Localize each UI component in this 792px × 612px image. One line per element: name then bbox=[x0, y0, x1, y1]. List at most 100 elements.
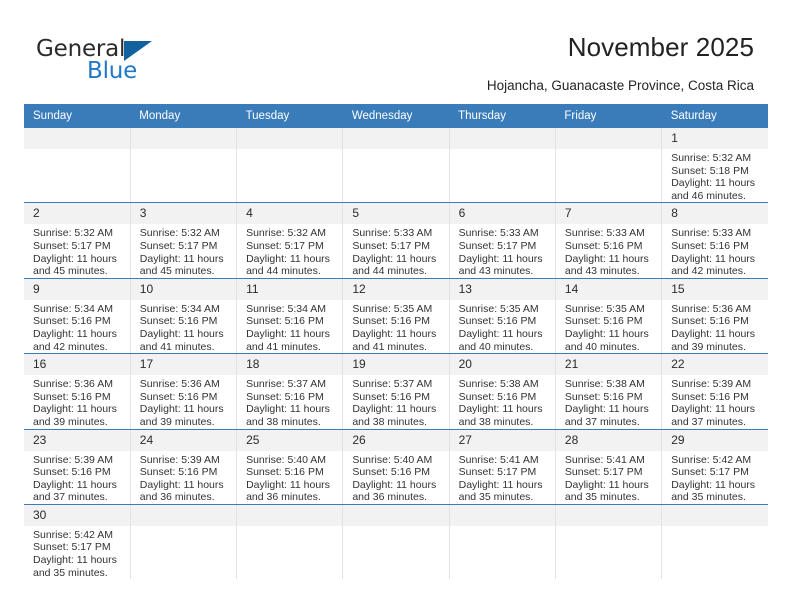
calendar-week-row: 16 Sunrise: 5:36 AM Sunset: 5:16 PM Dayligh… bbox=[24, 353, 768, 430]
calendar-empty-cell bbox=[342, 504, 450, 580]
weekday-header-thursday: Thursday bbox=[449, 104, 556, 128]
day-number bbox=[343, 504, 449, 526]
day-sunset-text: Sunset: 5:16 PM bbox=[352, 390, 430, 403]
day-daylight-1-text: Daylight: 11 hours bbox=[458, 478, 543, 491]
calendar-day-cell[interactable]: 8 Sunrise: 5:33 AM Sunset: 5:16 PM Daylight… bbox=[661, 202, 768, 279]
calendar-day-cell[interactable]: 21 Sunrise: 5:38 AM Sunset: 5:16 PM Dayligh… bbox=[555, 353, 663, 430]
calendar-day-cell[interactable]: 29 Sunrise: 5:42 AM Sunset: 5:17 PM Dayligh… bbox=[661, 429, 768, 505]
day-daylight-2-text: and 43 minutes. bbox=[564, 265, 640, 278]
day-sunset-text: Sunset: 5:18 PM bbox=[671, 164, 749, 177]
day-daylight-2-text: and 41 minutes. bbox=[139, 340, 215, 353]
calendar-day-cell[interactable]: 5 Sunrise: 5:33 AM Sunset: 5:17 PM Daylight… bbox=[342, 202, 450, 279]
day-sunrise-text: Sunrise: 5:42 AM bbox=[33, 528, 113, 541]
day-number bbox=[130, 504, 236, 526]
day-sunrise-text: Sunrise: 5:39 AM bbox=[671, 378, 752, 391]
calendar-week-row: 1 Sunrise: 5:32 AM Sunset: 5:18 PM Daylight… bbox=[24, 128, 768, 204]
day-details: Sunrise: 5:32 AM Sunset: 5:17 PM Daylight:… bbox=[237, 224, 342, 277]
day-daylight-1-text: Daylight: 11 hours bbox=[246, 403, 330, 416]
day-number bbox=[130, 128, 236, 149]
day-daylight-2-text: and 43 minutes. bbox=[458, 265, 534, 278]
day-daylight-1-text: Daylight: 11 hours bbox=[564, 327, 649, 340]
calendar-day-cell[interactable]: 18 Sunrise: 5:37 AM Sunset: 5:16 PM Dayligh… bbox=[236, 353, 344, 430]
day-sunset-text: Sunset: 5:17 PM bbox=[352, 239, 430, 252]
calendar-day-cell[interactable]: 19 Sunrise: 5:37 AM Sunset: 5:16 PM Dayligh… bbox=[342, 353, 450, 430]
day-sunset-text: Sunset: 5:17 PM bbox=[671, 466, 749, 479]
calendar-day-cell[interactable]: 28 Sunrise: 5:41 AM Sunset: 5:17 PM Dayligh… bbox=[555, 429, 663, 505]
day-number: 18 bbox=[237, 354, 342, 376]
day-number: 11 bbox=[237, 278, 342, 300]
day-sunrise-text: Sunrise: 5:36 AM bbox=[139, 378, 220, 391]
calendar-day-cell[interactable]: 4 Sunrise: 5:32 AM Sunset: 5:17 PM Daylight… bbox=[236, 202, 344, 279]
calendar-day-cell[interactable]: 10 Sunrise: 5:34 AM Sunset: 5:16 PM Dayligh… bbox=[130, 278, 238, 355]
day-details: Sunrise: 5:40 AM Sunset: 5:16 PM Daylight:… bbox=[237, 451, 342, 504]
calendar-empty-cell bbox=[449, 504, 556, 580]
day-daylight-1-text: Daylight: 11 hours bbox=[671, 327, 756, 340]
calendar-day-cell[interactable]: 2 Sunrise: 5:32 AM Sunset: 5:17 PM Daylight… bbox=[24, 202, 131, 279]
calendar-day-cell[interactable]: 22 Sunrise: 5:39 AM Sunset: 5:16 PM Dayligh… bbox=[661, 353, 768, 430]
weekday-header-wednesday: Wednesday bbox=[342, 104, 450, 128]
day-details: Sunrise: 5:33 AM Sunset: 5:16 PM Daylight:… bbox=[662, 224, 768, 277]
day-daylight-2-text: and 35 minutes. bbox=[33, 566, 108, 579]
day-daylight-1-text: Daylight: 11 hours bbox=[33, 478, 117, 491]
calendar-empty-cell bbox=[555, 128, 663, 204]
calendar-day-cell[interactable]: 24 Sunrise: 5:39 AM Sunset: 5:16 PM Dayligh… bbox=[130, 429, 238, 505]
day-sunrise-text: Sunrise: 5:32 AM bbox=[139, 227, 220, 240]
calendar-day-cell[interactable]: 13 Sunrise: 5:35 AM Sunset: 5:16 PM Dayligh… bbox=[449, 278, 556, 355]
calendar-day-cell[interactable]: 25 Sunrise: 5:40 AM Sunset: 5:16 PM Dayligh… bbox=[236, 429, 344, 505]
day-daylight-2-text: and 38 minutes. bbox=[246, 415, 321, 428]
day-sunset-text: Sunset: 5:17 PM bbox=[458, 466, 537, 479]
day-daylight-2-text: and 45 minutes. bbox=[33, 265, 108, 278]
day-sunrise-text: Sunrise: 5:41 AM bbox=[458, 453, 539, 466]
day-sunset-text: Sunset: 5:16 PM bbox=[33, 466, 111, 479]
day-details: Sunrise: 5:36 AM Sunset: 5:16 PM Daylight:… bbox=[662, 300, 768, 353]
day-daylight-2-text: and 44 minutes. bbox=[352, 265, 428, 278]
calendar-empty-cell bbox=[236, 128, 344, 204]
day-sunrise-text: Sunrise: 5:36 AM bbox=[33, 378, 113, 391]
day-daylight-1-text: Daylight: 11 hours bbox=[33, 327, 117, 340]
weekday-header-saturday: Saturday bbox=[661, 104, 768, 128]
calendar-day-cell[interactable]: 1 Sunrise: 5:32 AM Sunset: 5:18 PM Daylight… bbox=[661, 128, 768, 204]
calendar-empty-cell bbox=[130, 128, 238, 204]
calendar-day-cell[interactable]: 20 Sunrise: 5:38 AM Sunset: 5:16 PM Dayligh… bbox=[449, 353, 556, 430]
calendar-day-cell[interactable]: 14 Sunrise: 5:35 AM Sunset: 5:16 PM Dayligh… bbox=[555, 278, 663, 355]
calendar-day-cell[interactable]: 12 Sunrise: 5:35 AM Sunset: 5:16 PM Dayligh… bbox=[342, 278, 450, 355]
day-number: 9 bbox=[24, 278, 130, 300]
calendar-week-row: 9 Sunrise: 5:34 AM Sunset: 5:16 PM Daylight… bbox=[24, 278, 768, 355]
day-daylight-2-text: and 45 minutes. bbox=[139, 265, 215, 278]
day-sunrise-text: Sunrise: 5:33 AM bbox=[564, 227, 645, 240]
day-daylight-2-text: and 39 minutes. bbox=[139, 415, 215, 428]
day-sunset-text: Sunset: 5:17 PM bbox=[139, 239, 218, 252]
day-details: Sunrise: 5:41 AM Sunset: 5:17 PM Daylight:… bbox=[556, 451, 661, 504]
calendar-day-cell[interactable]: 23 Sunrise: 5:39 AM Sunset: 5:16 PM Dayligh… bbox=[24, 429, 131, 505]
calendar-day-cell[interactable]: 30 Sunrise: 5:42 AM Sunset: 5:17 PM Dayligh… bbox=[24, 504, 131, 580]
calendar-day-cell[interactable]: 15 Sunrise: 5:36 AM Sunset: 5:16 PM Dayligh… bbox=[661, 278, 768, 355]
day-details: Sunrise: 5:38 AM Sunset: 5:16 PM Daylight:… bbox=[556, 375, 661, 428]
day-daylight-1-text: Daylight: 11 hours bbox=[564, 403, 649, 416]
calendar-empty-cell bbox=[342, 128, 450, 204]
calendar-day-cell[interactable]: 26 Sunrise: 5:40 AM Sunset: 5:16 PM Dayligh… bbox=[342, 429, 450, 505]
day-daylight-1-text: Daylight: 11 hours bbox=[671, 177, 756, 190]
day-details: Sunrise: 5:34 AM Sunset: 5:16 PM Daylight:… bbox=[237, 300, 342, 353]
day-details: Sunrise: 5:39 AM Sunset: 5:16 PM Daylight:… bbox=[24, 451, 129, 504]
day-daylight-2-text: and 39 minutes. bbox=[671, 340, 746, 353]
day-daylight-2-text: and 37 minutes. bbox=[671, 415, 746, 428]
day-daylight-2-text: and 39 minutes. bbox=[33, 415, 108, 428]
day-daylight-2-text: and 37 minutes. bbox=[564, 415, 640, 428]
day-daylight-1-text: Daylight: 11 hours bbox=[33, 554, 117, 567]
day-details: Sunrise: 5:35 AM Sunset: 5:16 PM Daylight:… bbox=[450, 300, 555, 353]
day-number bbox=[555, 504, 661, 526]
calendar-day-cell[interactable]: 6 Sunrise: 5:33 AM Sunset: 5:17 PM Daylight… bbox=[449, 202, 556, 279]
calendar-day-cell[interactable]: 7 Sunrise: 5:33 AM Sunset: 5:16 PM Daylight… bbox=[555, 202, 663, 279]
calendar-day-cell[interactable]: 3 Sunrise: 5:32 AM Sunset: 5:17 PM Daylight… bbox=[130, 202, 238, 279]
day-number bbox=[237, 128, 342, 149]
calendar-day-cell[interactable]: 27 Sunrise: 5:41 AM Sunset: 5:17 PM Dayligh… bbox=[449, 429, 556, 505]
day-number: 20 bbox=[449, 354, 555, 376]
calendar-day-cell[interactable]: 16 Sunrise: 5:36 AM Sunset: 5:16 PM Dayligh… bbox=[24, 353, 131, 430]
calendar-day-cell[interactable]: 11 Sunrise: 5:34 AM Sunset: 5:16 PM Dayligh… bbox=[236, 278, 344, 355]
day-number: 29 bbox=[662, 429, 768, 451]
general-blue-logo[interactable]: General Blue bbox=[36, 36, 196, 90]
day-daylight-1-text: Daylight: 11 hours bbox=[671, 478, 756, 491]
calendar-day-cell[interactable]: 17 Sunrise: 5:36 AM Sunset: 5:16 PM Dayligh… bbox=[130, 353, 238, 430]
day-sunset-text: Sunset: 5:16 PM bbox=[246, 315, 324, 328]
calendar-day-cell[interactable]: 9 Sunrise: 5:34 AM Sunset: 5:16 PM Daylight… bbox=[24, 278, 131, 355]
